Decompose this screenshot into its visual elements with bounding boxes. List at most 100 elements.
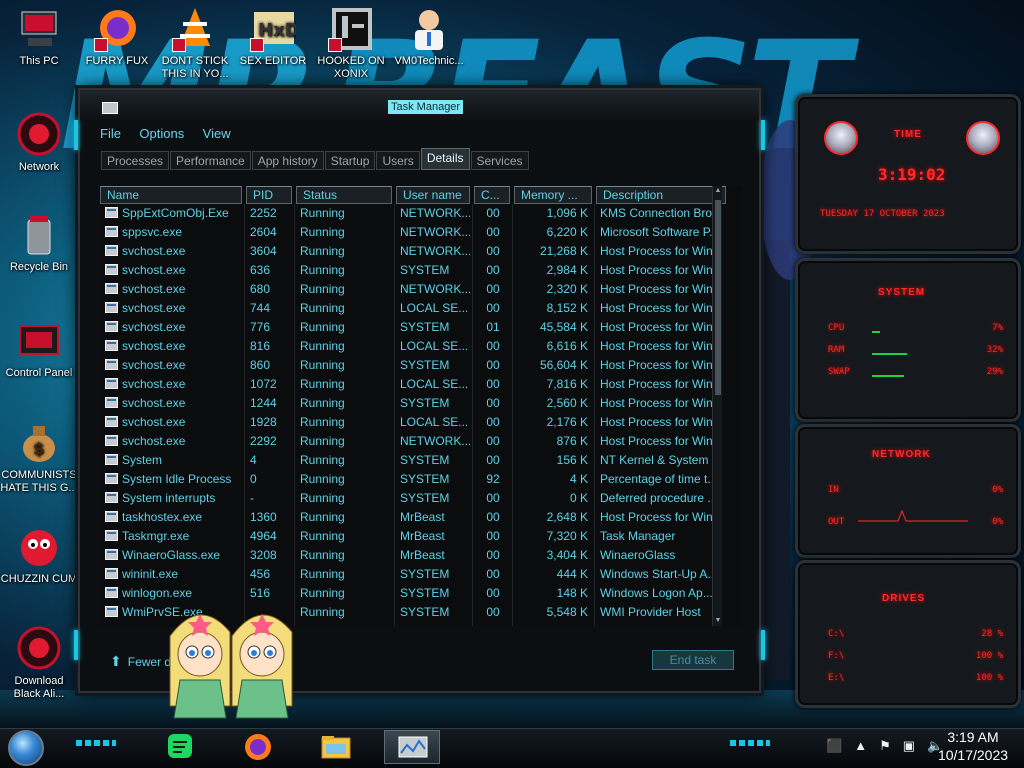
desktop-icon-vm0technic[interactable]: VM0Technic...	[390, 6, 468, 68]
table-cell: 00	[486, 415, 500, 429]
desktop-icon-dont-stick[interactable]: DONT STICK THIS IN YO...	[156, 6, 234, 81]
details-table[interactable]: Name PID Status User name C... Memory ..…	[100, 186, 742, 626]
tab-details[interactable]: Details	[420, 148, 470, 170]
taskbar-app-file-explorer[interactable]	[316, 730, 356, 764]
desktop-icon-recycle-bin[interactable]: Recycle Bin	[0, 212, 78, 274]
table-cell: SYSTEM	[400, 263, 450, 277]
table-cell: Host Process for Win...	[600, 396, 723, 410]
desktop-icon-download-black-alien[interactable]: Download Black Ali...	[0, 626, 78, 701]
taskbar-accent	[76, 740, 116, 746]
tab-users[interactable]: Users	[376, 151, 420, 170]
table-cell: 3,404 K	[546, 548, 588, 562]
table-row[interactable]: svchost.exe 744 Running LOCAL SE... 00 8,152 …	[100, 299, 730, 318]
table-cell: Running	[300, 586, 345, 600]
table-row[interactable]: svchost.exe 680 Running NETWORK... 00 2,320 K…	[100, 280, 730, 299]
desktop-icon-sex-editor[interactable]: HxD SEX EDITOR	[234, 6, 312, 68]
table-row[interactable]: svchost.exe 636 Running SYSTEM 00 2,984 K Host…	[100, 261, 730, 280]
desktop-icon-network[interactable]: Network	[0, 112, 78, 174]
column-header-cpu[interactable]: C...	[474, 186, 510, 204]
start-button[interactable]	[8, 730, 44, 766]
column-header-description[interactable]: Description	[596, 186, 726, 204]
table-row[interactable]: svchost.exe 1928 Running LOCAL SE... 00 2,176…	[100, 413, 730, 432]
table-row[interactable]: taskhostex.exe 1360 Running MrBeast 00 2,648 …	[100, 508, 730, 527]
tab-startup[interactable]: Startup	[324, 151, 376, 170]
taskbar-app-spotify[interactable]	[160, 730, 200, 764]
taskbar-app-task-manager[interactable]	[384, 730, 440, 764]
desktop-icon-communists[interactable]: $ COMMUNISTS HATE THIS G...	[0, 420, 78, 495]
table-cell: 3208	[250, 548, 277, 562]
menu-file[interactable]: File	[100, 126, 121, 141]
table-cell: WinaeroGlass	[600, 548, 676, 562]
table-row[interactable]: Taskmgr.exe 4964 Running MrBeast 00 7,320 K Ta…	[100, 527, 730, 546]
table-row[interactable]: sppsvc.exe 2604 Running NETWORK... 00 6,220 K…	[100, 223, 730, 242]
table-cell: NETWORK...	[400, 225, 470, 239]
scroll-down-icon[interactable]: ▼	[713, 616, 723, 626]
table-row[interactable]: svchost.exe 776 Running SYSTEM 01 45,584 K Hos…	[100, 318, 730, 337]
column-header-memory[interactable]: Memory ...	[514, 186, 592, 204]
table-row[interactable]: System 4 Running SYSTEM 00 156 K NT Kernel & S…	[100, 451, 730, 470]
taskbar-clock[interactable]: 3:19 AM 10/17/2023	[926, 728, 1020, 764]
table-cell: SYSTEM	[400, 491, 450, 505]
title-bar[interactable]: Task Manager	[80, 90, 759, 120]
table-row[interactable]: svchost.exe 3604 Running NETWORK... 00 21,268…	[100, 242, 730, 261]
scroll-up-icon[interactable]: ▲	[713, 186, 723, 196]
end-task-button[interactable]: End task	[652, 650, 734, 670]
system-gadget[interactable]: SYSTEM CPU 7% RAM 32% SWAP 29%	[795, 258, 1021, 422]
task-manager-icon	[398, 736, 428, 758]
table-row[interactable]: System Idle Process 0 Running SYSTEM 92 4 K Pe…	[100, 470, 730, 489]
tab-performance[interactable]: Performance	[170, 151, 251, 170]
network-gadget[interactable]: NETWORK IN 0% OUT 0%	[795, 424, 1021, 558]
table-cell: WinaeroGlass.exe	[122, 548, 221, 562]
action-center-flag-icon[interactable]: ⚑	[879, 738, 891, 756]
process-icon	[105, 283, 118, 294]
desktop-icon-this-pc[interactable]: This PC	[0, 6, 78, 68]
clock-date-label: 10/17/2023	[937, 747, 1009, 763]
taskbar-app-firefox[interactable]	[238, 730, 278, 764]
table-row[interactable]: System interrupts - Running SYSTEM 00 0 K Defe…	[100, 489, 730, 508]
table-cell: 2,648 K	[546, 510, 588, 524]
money-bag-icon: $	[16, 420, 62, 466]
menu-options[interactable]: Options	[139, 126, 184, 141]
table-row[interactable]: svchost.exe 1072 Running LOCAL SE... 00 7,816…	[100, 375, 730, 394]
vertical-scrollbar[interactable]: ▲ ▼	[712, 186, 722, 626]
table-cell: 00	[486, 206, 500, 220]
table-cell: Host Process for Win...	[600, 320, 723, 334]
show-hidden-icons-icon[interactable]: ▲	[854, 738, 867, 756]
table-cell: svchost.exe	[122, 320, 186, 334]
column-header-pid[interactable]: PID	[246, 186, 292, 204]
column-header-status[interactable]: Status	[296, 186, 392, 204]
table-cell: LOCAL SE...	[400, 301, 469, 315]
table-cell: 636	[250, 263, 271, 277]
clock-gadget[interactable]: TIME 3:19:02 TUESDAY 17 OCTOBER 2023	[795, 94, 1021, 254]
tab-services[interactable]: Services	[470, 151, 529, 170]
column-header-user-name[interactable]: User name	[396, 186, 470, 204]
tray-app-icon[interactable]: ⬛	[826, 738, 842, 756]
process-icon	[105, 264, 118, 275]
desktop-icon-hooked-on-xonix[interactable]: HOOKED ON XONIX	[312, 6, 390, 81]
menu-view[interactable]: View	[203, 126, 231, 141]
network-icon[interactable]: ▣	[903, 738, 915, 756]
table-row[interactable]: svchost.exe 1244 Running SYSTEM 00 2,560 K Hos…	[100, 394, 730, 413]
table-row[interactable]: SppExtComObj.Exe 2252 Running NETWORK... 00 1…	[100, 204, 730, 223]
table-row[interactable]: WinaeroGlass.exe 3208 Running MrBeast 00 3,40…	[100, 546, 730, 565]
cpu-bar	[872, 331, 880, 333]
desktop-icon-furry-fux[interactable]: FURRY FUX	[78, 6, 156, 68]
column-header-name[interactable]: Name	[100, 186, 242, 204]
table-cell: Running	[300, 415, 345, 429]
table-cell: MrBeast	[400, 548, 445, 562]
tab-processes[interactable]: Processes	[101, 151, 170, 170]
desktop-icon-control-panel[interactable]: Control Panel	[0, 318, 78, 380]
table-row[interactable]: svchost.exe 860 Running SYSTEM 00 56,604 K Hos…	[100, 356, 730, 375]
table-cell: Taskmgr.exe	[122, 529, 190, 543]
tab-app-history[interactable]: App history	[251, 151, 324, 170]
alien-logo-icon	[824, 121, 858, 155]
scroll-thumb[interactable]	[715, 200, 721, 395]
table-row[interactable]: svchost.exe 2292 Running NETWORK... 00 876 K H…	[100, 432, 730, 451]
table-cell: -	[250, 491, 254, 505]
drives-gadget[interactable]: DRIVES C:\ 28 % F:\ 100 % E:\ 100 %	[795, 560, 1021, 708]
table-row[interactable]: svchost.exe 816 Running LOCAL SE... 00 6,616 …	[100, 337, 730, 356]
table-cell: Host Process for Win...	[600, 434, 723, 448]
table-cell: 6,616 K	[546, 339, 588, 353]
table-row[interactable]: wininit.exe 456 Running SYSTEM 00 444 K Window…	[100, 565, 730, 584]
desktop-icon-chuzzin[interactable]: CHUZZIN CUM	[0, 524, 78, 586]
